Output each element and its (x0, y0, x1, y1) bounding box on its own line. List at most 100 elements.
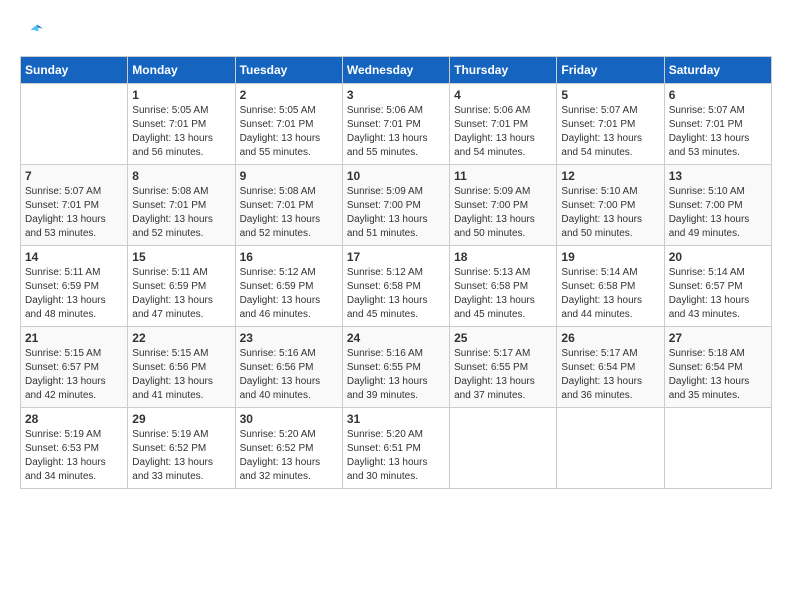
day-info: Sunrise: 5:11 AMSunset: 6:59 PMDaylight:… (132, 266, 230, 322)
calendar-cell: 13Sunrise: 5:10 AMSunset: 7:00 PMDayligh… (664, 165, 771, 246)
day-info: Sunrise: 5:06 AMSunset: 7:01 PMDaylight:… (347, 104, 445, 160)
weekday-header: Saturday (664, 57, 771, 84)
day-info: Sunrise: 5:10 AMSunset: 7:00 PMDaylight:… (669, 185, 767, 241)
calendar-cell: 20 Sunrise: 5:14 AMSunset: 6:57 PMDayligh… (664, 246, 771, 327)
calendar-cell: 24 Sunrise: 5:16 AMSunset: 6:55 PMDayligh… (342, 327, 449, 408)
day-number: 30 (240, 412, 338, 426)
calendar-body: 1 Sunrise: 5:05 AMSunset: 7:01 PMDaylight… (21, 84, 772, 489)
calendar-cell: 31 Sunrise: 5:20 AMSunset: 6:51 PMDayligh… (342, 408, 449, 489)
calendar-cell: 27 Sunrise: 5:18 AMSunset: 6:54 PMDayligh… (664, 327, 771, 408)
calendar-week-row: 14 Sunrise: 5:11 AMSunset: 6:59 PMDayligh… (21, 246, 772, 327)
calendar-cell: 3 Sunrise: 5:06 AMSunset: 7:01 PMDaylight… (342, 84, 449, 165)
day-number: 7 (25, 169, 123, 183)
day-number: 6 (669, 88, 767, 102)
day-info: Sunrise: 5:07 AMSunset: 7:01 PMDaylight:… (561, 104, 659, 160)
day-info: Sunrise: 5:07 AMSunset: 7:01 PMDaylight:… (25, 185, 123, 241)
day-number: 28 (25, 412, 123, 426)
day-number: 15 (132, 250, 230, 264)
day-info: Sunrise: 5:14 AMSunset: 6:57 PMDaylight:… (669, 266, 767, 322)
day-number: 2 (240, 88, 338, 102)
day-number: 29 (132, 412, 230, 426)
weekday-header: Friday (557, 57, 664, 84)
calendar-cell: 21Sunrise: 5:15 AMSunset: 6:57 PMDayligh… (21, 327, 128, 408)
day-info: Sunrise: 5:09 AMSunset: 7:00 PMDaylight:… (347, 185, 445, 241)
weekday-header: Sunday (21, 57, 128, 84)
day-info: Sunrise: 5:19 AMSunset: 6:53 PMDaylight:… (25, 428, 123, 484)
calendar-cell: 5 Sunrise: 5:07 AMSunset: 7:01 PMDaylight… (557, 84, 664, 165)
day-number: 4 (454, 88, 552, 102)
page-header (20, 20, 772, 40)
day-number: 3 (347, 88, 445, 102)
day-info: Sunrise: 5:10 AMSunset: 7:00 PMDaylight:… (561, 185, 659, 241)
day-info: Sunrise: 5:20 AMSunset: 6:51 PMDaylight:… (347, 428, 445, 484)
calendar-cell: 17Sunrise: 5:12 AMSunset: 6:58 PMDayligh… (342, 246, 449, 327)
calendar-cell: 30 Sunrise: 5:20 AMSunset: 6:52 PMDayligh… (235, 408, 342, 489)
calendar-cell: 7 Sunrise: 5:07 AMSunset: 7:01 PMDaylight… (21, 165, 128, 246)
day-number: 31 (347, 412, 445, 426)
calendar-cell: 11 Sunrise: 5:09 AMSunset: 7:00 PMDayligh… (450, 165, 557, 246)
day-number: 1 (132, 88, 230, 102)
day-info: Sunrise: 5:11 AMSunset: 6:59 PMDaylight:… (25, 266, 123, 322)
day-info: Sunrise: 5:07 AMSunset: 7:01 PMDaylight:… (669, 104, 767, 160)
day-number: 16 (240, 250, 338, 264)
day-number: 12 (561, 169, 659, 183)
logo (20, 20, 44, 40)
day-info: Sunrise: 5:15 AMSunset: 6:57 PMDaylight:… (25, 347, 123, 403)
calendar-cell: 9 Sunrise: 5:08 AMSunset: 7:01 PMDaylight… (235, 165, 342, 246)
day-info: Sunrise: 5:06 AMSunset: 7:01 PMDaylight:… (454, 104, 552, 160)
calendar-cell: 29Sunrise: 5:19 AMSunset: 6:52 PMDayligh… (128, 408, 235, 489)
day-number: 19 (561, 250, 659, 264)
day-info: Sunrise: 5:05 AMSunset: 7:01 PMDaylight:… (240, 104, 338, 160)
day-number: 8 (132, 169, 230, 183)
calendar-cell: 10 Sunrise: 5:09 AMSunset: 7:00 PMDayligh… (342, 165, 449, 246)
calendar-cell: 12 Sunrise: 5:10 AMSunset: 7:00 PMDayligh… (557, 165, 664, 246)
calendar-header: SundayMondayTuesdayWednesdayThursdayFrid… (21, 57, 772, 84)
logo-bird-icon (24, 20, 44, 40)
day-info: Sunrise: 5:17 AMSunset: 6:55 PMDaylight:… (454, 347, 552, 403)
day-number: 25 (454, 331, 552, 345)
weekday-header: Thursday (450, 57, 557, 84)
day-info: Sunrise: 5:16 AMSunset: 6:55 PMDaylight:… (347, 347, 445, 403)
weekday-header: Wednesday (342, 57, 449, 84)
calendar-cell (21, 84, 128, 165)
day-number: 22 (132, 331, 230, 345)
day-info: Sunrise: 5:08 AMSunset: 7:01 PMDaylight:… (240, 185, 338, 241)
day-info: Sunrise: 5:18 AMSunset: 6:54 PMDaylight:… (669, 347, 767, 403)
day-number: 23 (240, 331, 338, 345)
day-info: Sunrise: 5:16 AMSunset: 6:56 PMDaylight:… (240, 347, 338, 403)
day-number: 24 (347, 331, 445, 345)
calendar-cell: 28 Sunrise: 5:19 AMSunset: 6:53 PMDayligh… (21, 408, 128, 489)
day-info: Sunrise: 5:17 AMSunset: 6:54 PMDaylight:… (561, 347, 659, 403)
weekday-row: SundayMondayTuesdayWednesdayThursdayFrid… (21, 57, 772, 84)
day-number: 26 (561, 331, 659, 345)
day-number: 14 (25, 250, 123, 264)
calendar-cell: 1 Sunrise: 5:05 AMSunset: 7:01 PMDaylight… (128, 84, 235, 165)
calendar-cell: 18Sunrise: 5:13 AMSunset: 6:58 PMDayligh… (450, 246, 557, 327)
weekday-header: Tuesday (235, 57, 342, 84)
day-number: 5 (561, 88, 659, 102)
day-number: 27 (669, 331, 767, 345)
day-info: Sunrise: 5:08 AMSunset: 7:01 PMDaylight:… (132, 185, 230, 241)
day-info: Sunrise: 5:14 AMSunset: 6:58 PMDaylight:… (561, 266, 659, 322)
calendar-week-row: 21Sunrise: 5:15 AMSunset: 6:57 PMDayligh… (21, 327, 772, 408)
calendar-cell (557, 408, 664, 489)
day-info: Sunrise: 5:09 AMSunset: 7:00 PMDaylight:… (454, 185, 552, 241)
calendar-week-row: 28 Sunrise: 5:19 AMSunset: 6:53 PMDayligh… (21, 408, 772, 489)
calendar-cell: 22Sunrise: 5:15 AMSunset: 6:56 PMDayligh… (128, 327, 235, 408)
calendar-cell: 16Sunrise: 5:12 AMSunset: 6:59 PMDayligh… (235, 246, 342, 327)
day-number: 20 (669, 250, 767, 264)
weekday-header: Monday (128, 57, 235, 84)
day-info: Sunrise: 5:20 AMSunset: 6:52 PMDaylight:… (240, 428, 338, 484)
calendar-cell (450, 408, 557, 489)
calendar-cell: 14 Sunrise: 5:11 AMSunset: 6:59 PMDayligh… (21, 246, 128, 327)
day-number: 10 (347, 169, 445, 183)
calendar-cell (664, 408, 771, 489)
calendar-week-row: 7 Sunrise: 5:07 AMSunset: 7:01 PMDaylight… (21, 165, 772, 246)
day-info: Sunrise: 5:05 AMSunset: 7:01 PMDaylight:… (132, 104, 230, 160)
day-number: 11 (454, 169, 552, 183)
calendar-cell: 15 Sunrise: 5:11 AMSunset: 6:59 PMDayligh… (128, 246, 235, 327)
day-number: 18 (454, 250, 552, 264)
day-info: Sunrise: 5:12 AMSunset: 6:58 PMDaylight:… (347, 266, 445, 322)
day-number: 9 (240, 169, 338, 183)
calendar-cell: 25 Sunrise: 5:17 AMSunset: 6:55 PMDayligh… (450, 327, 557, 408)
